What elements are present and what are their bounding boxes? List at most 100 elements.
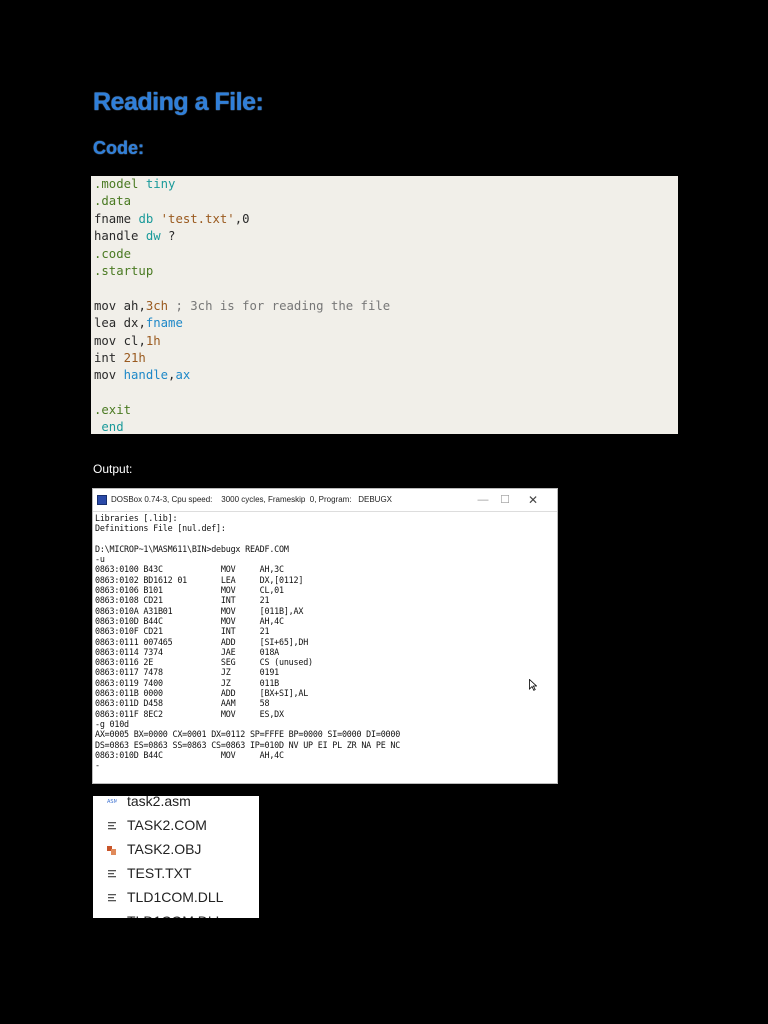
asm-file-icon: ASM [107,799,117,805]
obj-file-icon [107,846,116,855]
code-line: .code [94,246,678,263]
console-line: 0863:0117 7478 JZ 0191 [95,667,280,678]
console-line: 0863:010D B44C MOV AH,4C [95,615,284,626]
dosbox-window: DOSBox 0.74-3, Cpu speed: 3000 cycles, F… [92,488,558,784]
code-token: tiny [145,177,176,191]
console-line: 0863:0102 BD1612 01 LEA DX,[0112] [95,574,304,585]
file-list: ASM task2.asm TASK2.COM TASK2.OBJ TEST.TXT TL… [93,796,259,918]
code-line: .data [94,193,678,210]
code-token: handle [94,229,139,244]
code-token: mov [94,298,117,313]
code-line: handle dw ? [94,228,678,245]
console-line: - [95,760,100,771]
code-token: 'test.txt' [160,211,235,226]
code-line: .startup [94,263,678,280]
file-item[interactable]: TLD1COM.DLL [93,910,259,918]
console-line: AX=0005 BX=0000 CX=0001 DX=0112 SP=FFFE … [95,729,401,740]
code-token: mov [94,333,117,348]
code-token: 3ch [145,298,169,313]
console-line: 0863:0108 CD21 INT 21 [95,595,270,606]
console-line: -g 010d [95,718,129,729]
code-token: cl [123,333,139,348]
code-line: fname db 'test.txt',0 [94,211,678,228]
console-line: 0863:011F 8EC2 MOV ES,DX [95,708,284,719]
maximize-button[interactable]: ☐ [493,489,517,511]
console-line: 0863:0114 7374 JAE 018A [95,646,280,657]
console-line: 0863:0100 B43C MOV AH,3C [95,564,284,575]
console-line: Definitions File [nul.def]: [95,523,226,534]
console-line: 0863:0116 2E SEG CS (unused) [95,657,313,668]
code-token: db [138,211,154,226]
console-line: 0863:010A A31B01 MOV [011B],AX [95,605,304,616]
document-icon [108,894,116,902]
code-line: end [94,419,678,436]
code-token: ? [168,229,176,244]
code-token: , [138,316,146,331]
code-token: , [138,298,146,313]
code-token: ,0 [234,211,250,226]
dosbox-icon [97,495,107,505]
console-line: DS=0863 ES=0863 SS=0863 CS=0863 IP=010D … [95,739,401,750]
file-item[interactable]: ASM task2.asm [93,796,259,814]
code-line: int 21h [94,350,678,367]
code-comment: ; 3ch is for reading the file [175,298,391,313]
code-token: dx [123,316,139,331]
console-line: -u [95,554,105,565]
code-token: , [138,333,146,348]
console-line: 0863:0106 B101 MOV CL,01 [95,585,284,596]
code-line: mov cl,1h [94,333,678,350]
close-button[interactable]: ✕ [521,489,545,511]
code-token: end [101,420,124,435]
window-title: DOSBox 0.74-3, Cpu speed: 3000 cycles, F… [111,495,393,504]
code-token: fname [145,316,183,331]
code-token: int [94,350,117,365]
code-block: .model tiny .data fname db 'test.txt',0 … [91,176,678,434]
code-token: ax [175,368,191,383]
console-line: 0863:0119 7400 JZ 011B [95,677,280,688]
code-token: .model [94,177,139,191]
document-icon [107,916,117,918]
console-line: 0863:0111 007465 ADD [SI+65],DH [95,636,309,647]
code-token: .data [94,194,132,209]
code-token: .code [94,246,132,261]
code-heading: Code: [93,138,144,158]
document-icon [108,822,116,830]
code-token: lea [94,316,117,331]
file-name: TLD1COM.DLL [127,913,223,918]
file-item[interactable]: TASK2.OBJ [93,838,259,862]
code-line: mov handle,ax [94,367,678,384]
console-line: 0863:010F CD21 INT 21 [95,626,270,637]
console-line: 0863:011B 0000 ADD [BX+SI],AL [95,688,309,699]
code-line: lea dx,fname [94,315,678,332]
code-token: handle [123,368,169,383]
code-token: dw [145,229,161,244]
console-line: Libraries [.lib]: [95,513,178,523]
file-item[interactable]: TASK2.COM [93,814,259,838]
code-token: .exit [94,403,132,418]
code-token: fname [94,211,132,226]
file-name: TASK2.COM [127,817,207,833]
code-token: .startup [94,263,154,278]
minimize-button[interactable]: — [471,489,495,511]
file-name: TEST.TXT [127,865,192,881]
window-titlebar[interactable]: DOSBox 0.74-3, Cpu speed: 3000 cycles, F… [93,489,557,512]
code-token: 1h [145,333,161,348]
mouse-cursor-icon [529,679,537,691]
console-output[interactable]: Libraries [.lib]: Definitions File [nul.d… [95,513,553,779]
code-line: .exit [94,402,678,419]
file-item[interactable]: TEST.TXT [93,862,259,886]
console-line: 0863:011D D458 AAM 58 [95,698,270,709]
console-line: 0863:010D B44C MOV AH,4C [95,749,284,760]
file-name: TLD1COM.DLL [127,889,224,905]
file-item[interactable]: TLD1COM.DLL [93,886,259,910]
code-line: mov ah,3ch ; 3ch is for reading the file [94,298,678,315]
code-token: ah [123,298,139,313]
page-title: Reading a File: [93,88,264,116]
console-line: D:\MICROP~1\MASM611\BIN>debugx READF.COM [95,543,289,554]
output-heading: Output: [93,462,133,476]
document-icon [108,870,116,878]
code-token: 21h [123,350,146,365]
